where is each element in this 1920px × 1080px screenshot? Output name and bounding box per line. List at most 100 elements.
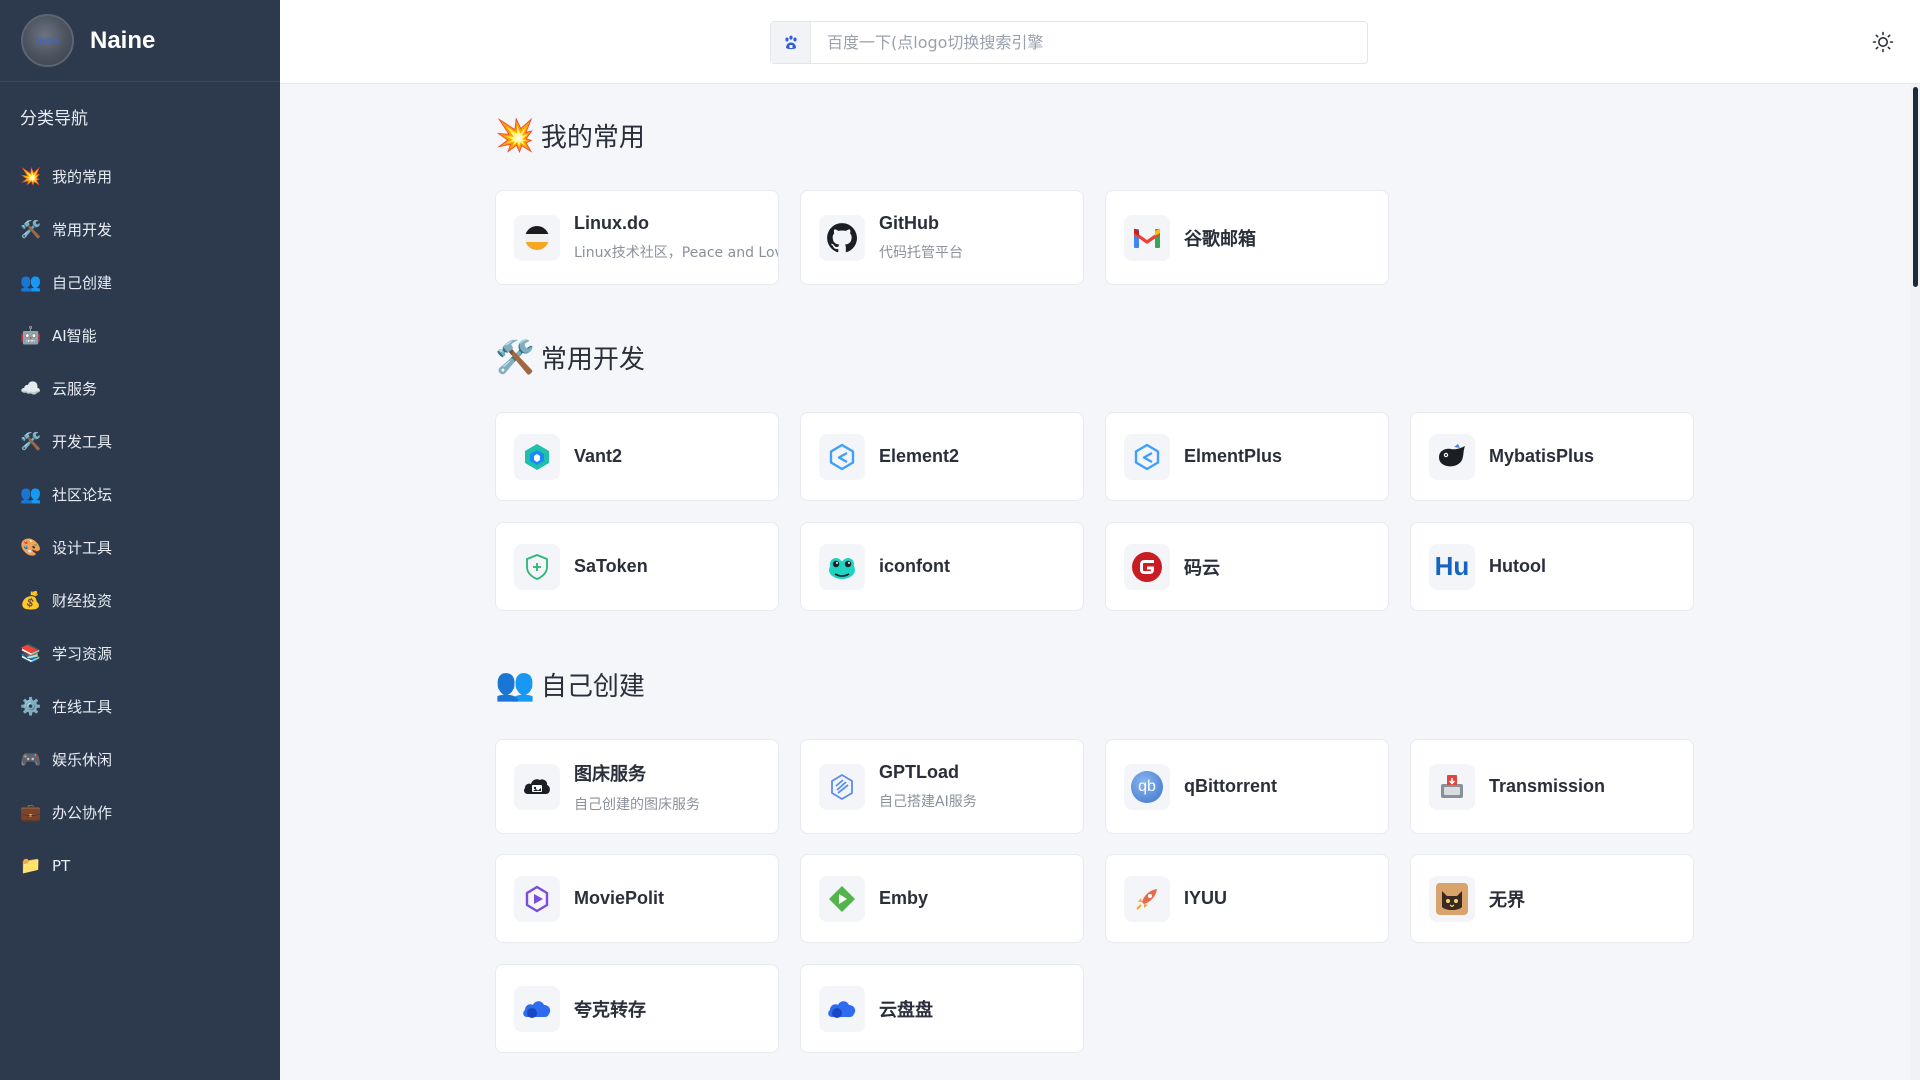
site-card-name: 码云 (1184, 557, 1220, 578)
site-card-name: 云盘盘 (879, 999, 933, 1020)
sidebar-item-learning[interactable]: 📚 学习资源 (0, 627, 280, 680)
sidebar-item-my-favorites[interactable]: 💥 我的常用 (0, 150, 280, 203)
people-icon: 👥 (495, 665, 535, 703)
tools-icon: 🛠️ (20, 219, 42, 240)
section-title-self-created: 👥 自己创建 (495, 665, 645, 703)
theme-toggle-button[interactable] (1871, 30, 1895, 54)
sidebar-item-entertainment[interactable]: 🎮 娱乐休闲 (0, 733, 280, 786)
sidebar-item-pt[interactable]: 📁 PT (0, 839, 280, 892)
top-header (280, 0, 1920, 84)
site-card-github[interactable]: GitHub 代码托管平台 (800, 190, 1084, 285)
cloud-drive-icon (819, 985, 865, 1032)
site-card-name: MybatisPlus (1489, 446, 1595, 466)
section-title-common-dev: 🛠️ 常用开发 (495, 338, 645, 376)
site-card-name: 夸克转存 (574, 999, 646, 1020)
sidebar-item-label: 云服务 (52, 380, 98, 398)
mybatis-plus-icon (1429, 433, 1475, 480)
nav-title: 分类导航 (20, 109, 88, 129)
search-engine-button[interactable] (771, 22, 811, 63)
site-card-desc: Linux技术社区，Peace and Love (574, 245, 778, 261)
sidebar-item-community[interactable]: 👥 社区论坛 (0, 468, 280, 521)
site-card-linuxdo[interactable]: Linux.do Linux技术社区，Peace and Love (495, 190, 779, 285)
sidebar-item-label: 娱乐休闲 (52, 751, 113, 769)
sidebar-item-cloud[interactable]: ☁️ 云服务 (0, 362, 280, 415)
sidebar-item-office[interactable]: 💼 办公协作 (0, 786, 280, 839)
avatar-text: Naine (35, 36, 60, 45)
site-card-satoken[interactable]: SaToken (495, 522, 779, 611)
sidebar-item-self-created[interactable]: 👥 自己创建 (0, 256, 280, 309)
brand-name: Naine (90, 26, 156, 54)
site-card-hutool[interactable]: Hu Hutool (1410, 522, 1694, 611)
site-card-name: IYUU (1184, 888, 1228, 908)
site-card-mybatisplus[interactable]: MybatisPlus (1410, 412, 1694, 501)
site-card-gitee[interactable]: 码云 (1105, 522, 1389, 611)
scrollbar-thumb[interactable] (1913, 87, 1918, 287)
site-card-transmission[interactable]: Transmission (1410, 739, 1694, 834)
site-card-name: GPTLoad (879, 762, 959, 782)
site-card-name: 无界 (1489, 889, 1525, 910)
moviepilot-icon (514, 875, 560, 922)
sidebar-item-label: PT (52, 856, 71, 875)
people-icon: 👥 (20, 484, 42, 505)
site-card-iyuu[interactable]: IYUU (1105, 854, 1389, 943)
site-card-wujie[interactable]: 无界 (1410, 854, 1694, 943)
site-card-emby[interactable]: Emby (800, 854, 1084, 943)
sidebar-item-label: 办公协作 (52, 804, 113, 822)
element-plus-icon (1124, 433, 1170, 480)
section-title-text: 常用开发 (540, 344, 645, 375)
site-card-name: qBittorrent (1184, 776, 1277, 796)
site-card-elementplus[interactable]: ElmentPlus (1105, 412, 1389, 501)
wujie-cat-icon (1429, 875, 1475, 922)
sidebar-item-label: 社区论坛 (52, 486, 113, 504)
site-card-gptload[interactable]: GPTLoad 自己搭建AI服务 (800, 739, 1084, 834)
baidu-paw-icon (784, 35, 797, 49)
image-host-icon (514, 763, 560, 810)
tools-icon: 🛠️ (495, 338, 535, 376)
search-bar (770, 21, 1368, 64)
sidebar-item-label: 常用开发 (52, 221, 113, 239)
sidebar-item-label: 自己创建 (52, 274, 113, 292)
sidebar-item-online-tools[interactable]: ⚙️ 在线工具 (0, 680, 280, 733)
site-card-name: SaToken (574, 556, 648, 576)
sidebar-item-label: 财经投资 (52, 592, 113, 610)
sidebar-item-label: 我的常用 (52, 168, 113, 186)
emby-icon (819, 875, 865, 922)
linuxdo-icon (514, 214, 560, 261)
sun-icon (1872, 31, 1894, 53)
sidebar-item-common-dev[interactable]: 🛠️ 常用开发 (0, 203, 280, 256)
site-card-quark[interactable]: 夸克转存 (495, 964, 779, 1053)
sidebar-item-design-tools[interactable]: 🎨 设计工具 (0, 521, 280, 574)
site-card-qbittorrent[interactable]: qb qBittorrent (1105, 739, 1389, 834)
search-input[interactable] (811, 23, 1367, 62)
site-card-element2[interactable]: Element2 (800, 412, 1084, 501)
site-card-iconfont[interactable]: iconfont (800, 522, 1084, 611)
site-card-desc: 自己创建的图床服务 (574, 796, 700, 813)
main-content: 💥 我的常用 Linux.do Linux技术社区，Peace and Love… (280, 84, 1920, 1080)
cloud-icon: ☁️ (20, 378, 42, 399)
site-card-vant2[interactable]: Vant2 (495, 412, 779, 501)
explosion-icon: 💥 (20, 166, 42, 187)
hutool-icon: Hu (1429, 543, 1475, 590)
site-card-name: Vant2 (574, 446, 623, 466)
site-card-cloud-drive[interactable]: 云盘盘 (800, 964, 1084, 1053)
transmission-icon (1429, 763, 1475, 810)
sidebar-item-finance[interactable]: 💰 财经投资 (0, 574, 280, 627)
site-card-moviepilot[interactable]: MoviePolit (495, 854, 779, 943)
site-card-image-host[interactable]: 图床服务 自己创建的图床服务 (495, 739, 779, 834)
gitee-icon (1124, 543, 1170, 590)
gamepad-icon: 🎮 (20, 749, 42, 770)
sidebar: Naine Naine 分类导航 💥 我的常用 🛠️ 常用开发 👥 自己创建 🤖 AI智… (0, 0, 280, 1080)
nav-list: 💥 我的常用 🛠️ 常用开发 👥 自己创建 🤖 AI智能 ☁️ 云服务 🛠️ 开发工具 👥 社… (0, 150, 280, 892)
briefcase-icon: 💼 (20, 802, 42, 823)
site-card-name: ElmentPlus (1184, 446, 1283, 466)
site-card-desc: 自己搭建AI服务 (879, 794, 977, 810)
vant-icon (514, 433, 560, 480)
sidebar-item-dev-tools[interactable]: 🛠️ 开发工具 (0, 415, 280, 468)
tools-icon: 🛠️ (20, 431, 42, 452)
sidebar-item-ai[interactable]: 🤖 AI智能 (0, 309, 280, 362)
site-card-name: GitHub (879, 213, 939, 233)
people-icon: 👥 (20, 272, 42, 293)
palette-icon: 🎨 (20, 537, 42, 558)
brand[interactable]: Naine Naine (0, 0, 280, 82)
site-card-gmail[interactable]: 谷歌邮箱 (1105, 190, 1389, 285)
